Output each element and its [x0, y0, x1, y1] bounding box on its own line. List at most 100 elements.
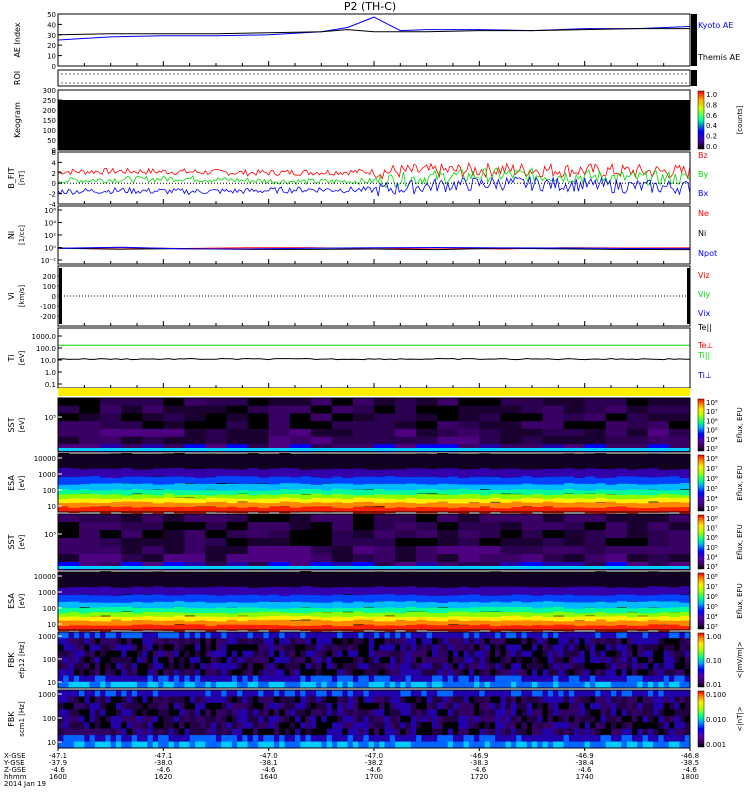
roi-dot [65, 73, 67, 75]
fbk1-cell [68, 644, 75, 651]
fbk2-cell [352, 741, 359, 749]
fbk1-cell [553, 656, 559, 664]
fbk2-cell [158, 696, 164, 704]
roi-dot [417, 73, 419, 75]
fbk2-cell [210, 741, 217, 749]
fbk1-cell [342, 650, 348, 658]
esa2-band [79, 607, 91, 614]
fbk1-cell [410, 650, 417, 658]
bfield-ylabel-units: [nT] [18, 171, 26, 185]
sst1-cell [79, 405, 101, 414]
fbk2-cell [684, 728, 691, 736]
roi-dot [317, 73, 319, 75]
sst2-cell [289, 546, 312, 555]
fbk2-cell [347, 722, 354, 729]
sst1-cell [647, 413, 670, 422]
fbk2-cell [421, 709, 427, 717]
esa2-band [679, 606, 691, 612]
bfield-ytick-label: -2 [49, 191, 56, 199]
roi-dot [469, 73, 471, 75]
esa2-band [331, 611, 343, 617]
esa2-band [405, 600, 417, 607]
fbk2-colorbar-label: 0.010 [706, 716, 726, 724]
esa1-band [574, 468, 586, 479]
sst1-ytick-label: 10⁵ [44, 414, 56, 422]
fbk1-cell [200, 632, 206, 639]
esa2-band [352, 611, 364, 617]
sst2-cell [668, 546, 691, 555]
fbk1-cell [163, 669, 169, 676]
keogram-colorbar-label: 1.0 [706, 91, 717, 99]
fbk2-cell [279, 715, 285, 723]
fbk1-cell [474, 669, 480, 676]
esa2-band [300, 620, 312, 626]
fbk1-cell [605, 632, 612, 639]
esa2-band [374, 585, 386, 595]
roi-dot [673, 73, 675, 75]
sst1-cell [500, 421, 522, 430]
fbk2-cell [363, 709, 370, 717]
esa2-band [437, 607, 449, 614]
fbk1-cell [484, 650, 491, 658]
fbk1-cell [474, 681, 480, 689]
fbk1-cell [374, 675, 380, 683]
roi-dot [325, 73, 327, 75]
fbk2-cell [326, 702, 333, 710]
sst1-cell [500, 398, 522, 407]
roi-dot [193, 73, 195, 75]
fbk1-cell [200, 669, 206, 676]
fbk1-cell [300, 638, 306, 645]
fbk2-cell [295, 735, 301, 742]
roi-dot [461, 73, 463, 75]
fbk1-cell [568, 638, 575, 645]
fbk1-cell [247, 632, 254, 639]
fbk1-cell [58, 638, 64, 645]
fbk1-cell [653, 656, 659, 664]
sst2-cell [374, 546, 396, 555]
esa2-band [447, 601, 459, 609]
fbk2-cell [379, 702, 385, 710]
roi-dot [609, 73, 611, 75]
fbk1-cell [363, 675, 370, 683]
fbk2-cell [237, 722, 243, 729]
fbk1-cell [115, 650, 122, 658]
fbk2-cell [389, 741, 396, 749]
fbk2-cell [258, 696, 264, 704]
fbk2-cell [279, 735, 285, 742]
fbk1-cell [579, 656, 585, 664]
fbk1-cell [379, 663, 385, 670]
fbk1-cell [663, 644, 670, 651]
esa1-band [321, 483, 333, 491]
esa2-band [300, 571, 312, 586]
fbk2-cell [653, 702, 659, 710]
fbk2-cell [89, 741, 96, 749]
fbk2-cell [616, 709, 622, 717]
fbk1-cell [342, 681, 348, 689]
fbk2-cell [210, 715, 217, 723]
sst2-cell [268, 538, 291, 547]
fbk1-cell [100, 675, 106, 683]
fbk2-cell [405, 690, 412, 697]
esa2-band [647, 586, 659, 596]
fbk2-cell [173, 735, 180, 742]
fbk1-cell [63, 669, 69, 676]
roi-dot [209, 82, 211, 84]
esa1-band [500, 502, 512, 509]
fbk2-cell [189, 728, 196, 736]
fbk1-cell [126, 669, 133, 676]
esa1-band [500, 453, 512, 469]
fbk2-cell [347, 728, 354, 736]
roi-dot [429, 82, 431, 84]
fbk1-cell [595, 681, 601, 689]
sst2-cell [584, 546, 607, 555]
esa1-band [331, 453, 343, 469]
esa1-band [121, 467, 133, 477]
fbk1-cell [131, 638, 138, 645]
fbk2-cell [510, 715, 517, 723]
fbk2-cell [526, 702, 533, 710]
fbk1-cell [658, 675, 664, 683]
fbk2-cell [405, 735, 412, 742]
fbk2-cell [553, 690, 559, 697]
fbk1-cell [316, 663, 322, 670]
fbk1-cell [421, 644, 427, 651]
